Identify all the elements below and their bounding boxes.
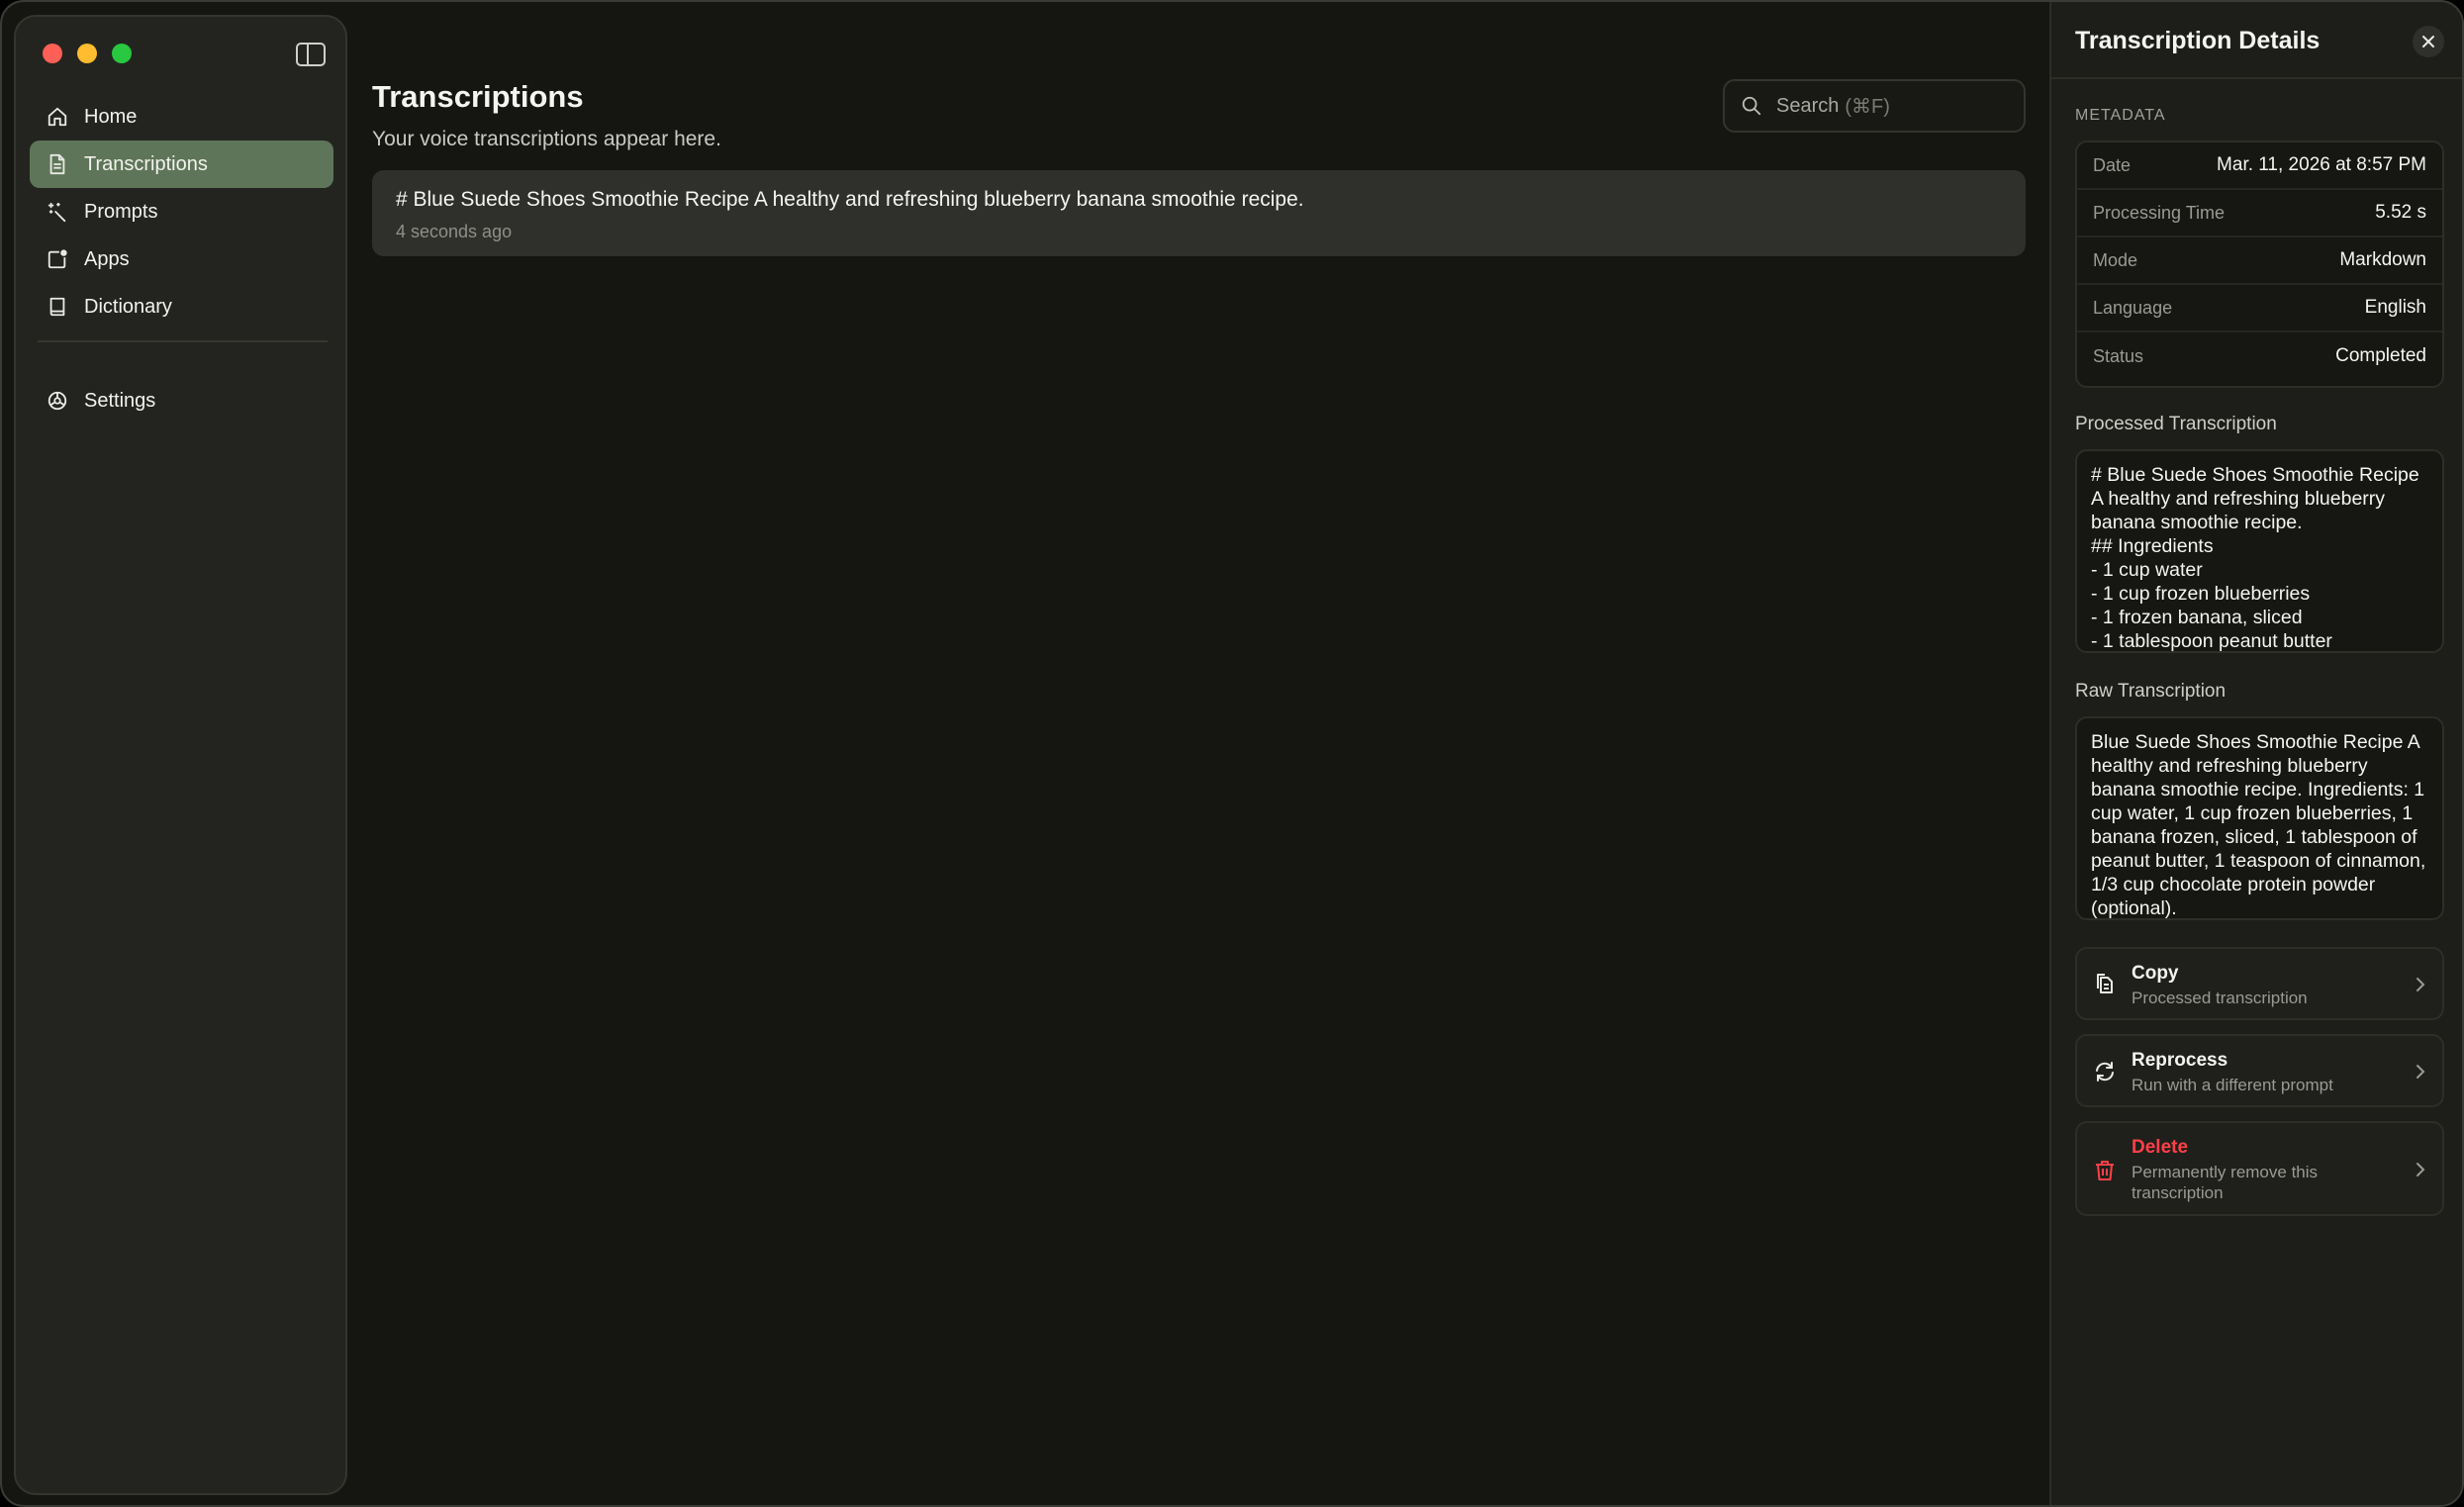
metadata-key: Processing Time: [2093, 202, 2226, 223]
sidebar-item-home[interactable]: Home: [30, 93, 333, 141]
metadata-row-mode: Mode Markdown: [2077, 237, 2442, 285]
action-subtitle: Permanently remove this transcription: [2132, 1163, 2319, 1202]
sidebar-divider: [38, 340, 328, 342]
sidebar-item-prompts[interactable]: Prompts: [30, 188, 333, 235]
sidebar-item-settings[interactable]: Settings: [30, 377, 333, 424]
sidebar-item-apps[interactable]: Apps: [30, 235, 333, 283]
metadata-row-language: Language English: [2077, 285, 2442, 332]
copy-icon: [2093, 972, 2117, 995]
minimize-window-button[interactable]: [77, 44, 97, 63]
search-icon: [1742, 96, 1761, 116]
raw-transcription-heading: Raw Transcription: [2075, 681, 2227, 702]
sidebar-nav: Home Transcriptions Prompts Apps Diction…: [30, 93, 333, 330]
main-content: Transcriptions Your voice transcriptions…: [347, 2, 2049, 1505]
action-title: Reprocess: [2132, 1050, 2228, 1071]
action-title: Copy: [2132, 963, 2179, 984]
panel-header: Transcription Details: [2051, 2, 2462, 79]
metadata-row-status: Status Completed: [2077, 332, 2442, 380]
home-icon: [47, 106, 68, 128]
transcription-list-item[interactable]: # Blue Suede Shoes Smoothie Recipe A hea…: [372, 170, 2026, 256]
sidebar-toggle-icon[interactable]: [296, 43, 326, 66]
metadata-row-processing-time: Processing Time 5.52 s: [2077, 190, 2442, 237]
metadata-key: Status: [2093, 345, 2144, 366]
action-subtitle: Processed transcription: [2132, 989, 2308, 1007]
apps-icon: [47, 248, 68, 270]
transcription-preview: # Blue Suede Shoes Smoothie Recipe A hea…: [396, 188, 1304, 211]
sidebar-item-dictionary[interactable]: Dictionary: [30, 283, 333, 330]
sidebar-item-label: Apps: [84, 247, 130, 270]
details-panel: Transcription Details METADATA Date Mar.…: [2049, 2, 2462, 1505]
gear-icon: [47, 390, 68, 412]
processed-transcription-text: # Blue Suede Shoes Smoothie Recipe A hea…: [2091, 464, 2419, 652]
metadata-table: Date Mar. 11, 2026 at 8:57 PM Processing…: [2075, 141, 2444, 388]
sidebar-item-label: Prompts: [84, 200, 158, 223]
trash-icon: [2093, 1159, 2117, 1182]
page-subtitle: Your voice transcriptions appear here.: [372, 128, 721, 150]
transcription-timestamp: 4 seconds ago: [396, 222, 513, 241]
app-window: Home Transcriptions Prompts Apps Diction…: [0, 0, 2464, 1507]
processed-transcription-box[interactable]: # Blue Suede Shoes Smoothie Recipe A hea…: [2075, 449, 2444, 653]
sidebar-item-label: Transcriptions: [84, 152, 208, 175]
metadata-key: Date: [2093, 154, 2132, 175]
sidebar-item-transcriptions[interactable]: Transcriptions: [30, 141, 333, 188]
processed-transcription-heading: Processed Transcription: [2075, 414, 2277, 434]
metadata-key: Language: [2093, 297, 2173, 318]
sidebar-item-label: Dictionary: [84, 295, 172, 318]
metadata-value: Completed: [2335, 345, 2426, 366]
search-placeholder: Search: [1776, 94, 1840, 117]
refresh-icon: [2093, 1060, 2117, 1083]
window-controls: [43, 44, 132, 63]
chevron-right-icon: [2417, 1163, 2425, 1177]
action-title: Delete: [2132, 1137, 2189, 1158]
metadata-value: English: [2364, 297, 2426, 318]
metadata-value: Markdown: [2339, 249, 2426, 270]
metadata-value: 5.52 s: [2375, 202, 2426, 223]
action-subtitle: Run with a different prompt: [2132, 1076, 2333, 1094]
sidebar-item-label: Settings: [84, 389, 156, 412]
sidebar-settings-group: Settings: [30, 377, 333, 424]
page-title: Transcriptions: [372, 79, 584, 114]
raw-transcription-box[interactable]: Blue Suede Shoes Smoothie Recipe A healt…: [2075, 716, 2444, 920]
metadata-key: Mode: [2093, 249, 2138, 270]
search-input[interactable]: Search (⌘F): [1723, 79, 2026, 133]
panel-title: Transcription Details: [2075, 27, 2321, 54]
magic-wand-icon: [47, 201, 68, 223]
metadata-row-date: Date Mar. 11, 2026 at 8:57 PM: [2077, 142, 2442, 190]
metadata-value: Mar. 11, 2026 at 8:57 PM: [2217, 154, 2426, 175]
close-panel-button[interactable]: [2413, 26, 2444, 57]
delete-button[interactable]: Delete Permanently remove this transcrip…: [2075, 1121, 2444, 1216]
copy-button[interactable]: Copy Processed transcription: [2075, 947, 2444, 1020]
document-icon: [47, 153, 68, 175]
close-icon: [2422, 36, 2434, 47]
search-shortcut: (⌘F): [1845, 95, 1890, 118]
book-icon: [47, 296, 68, 318]
raw-transcription-text: Blue Suede Shoes Smoothie Recipe A healt…: [2091, 731, 2431, 919]
reprocess-button[interactable]: Reprocess Run with a different prompt: [2075, 1034, 2444, 1107]
chevron-right-icon: [2417, 1065, 2425, 1079]
chevron-right-icon: [2417, 978, 2425, 991]
sidebar: Home Transcriptions Prompts Apps Diction…: [14, 15, 347, 1495]
metadata-heading: METADATA: [2075, 107, 2166, 124]
sidebar-item-label: Home: [84, 105, 138, 128]
close-window-button[interactable]: [43, 44, 62, 63]
maximize-window-button[interactable]: [112, 44, 132, 63]
